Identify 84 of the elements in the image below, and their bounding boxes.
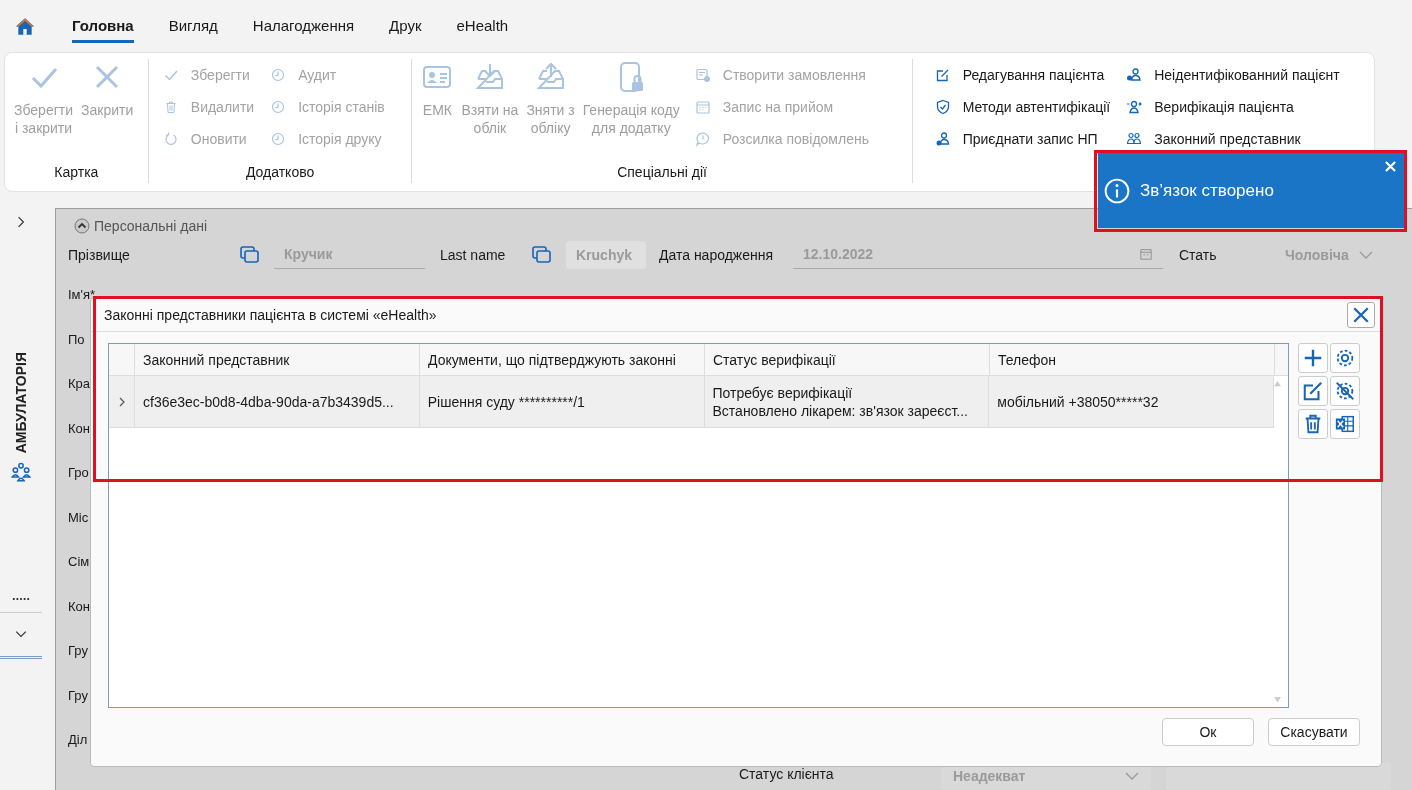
field-label: Кон [68, 419, 90, 437]
column-header[interactable]: Документи, що підтверджують законні [420, 344, 705, 375]
field-label: Гру [68, 642, 88, 659]
spreadsheet-icon [1334, 413, 1356, 435]
table-cell: Рішення суду **********/1 [419, 376, 705, 427]
refresh-icon [162, 131, 179, 147]
table-row[interactable]: cf36e3ec-b0d8-4dba-90da-a7b3439d5... Рішення суду **********/1 Потребує верифікації Встановлено лікарем: зв'язок зареєст... мобільний +38050*****32 [109, 376, 1274, 428]
menu-tab[interactable]: Друк [389, 11, 422, 43]
more-icon[interactable] [12, 597, 30, 602]
calendar-icon [1139, 248, 1153, 260]
settings-button[interactable] [1330, 343, 1360, 373]
column-header[interactable]: Статус верифікації [705, 344, 990, 375]
ok-button[interactable]: Ок [1162, 718, 1254, 746]
field-label: Міс [68, 508, 89, 526]
people-icon [1126, 131, 1143, 147]
field-label: Гро [68, 464, 89, 481]
column-header[interactable]: Телефон [990, 344, 1275, 375]
input-field[interactable]: Kruchyk [566, 240, 646, 269]
close-icon [1352, 305, 1370, 324]
sidebar-title[interactable]: АМБУЛАТОРІЯ [13, 352, 29, 454]
notification-message: Зв’язок створено [1140, 180, 1274, 201]
input-field[interactable]: Кручик [274, 240, 425, 269]
calendar-icon [694, 99, 711, 115]
table-cell: Потребує верифікації Встановлено лікарем: зв'язок зареєст... [704, 376, 990, 427]
field-label: Дата народження [659, 246, 775, 263]
ribbon-button[interactable]: Верифікація пацієнта [1126, 91, 1340, 123]
field-label: Прізвище [68, 246, 131, 263]
field-label: Кон [68, 597, 90, 615]
edit-button[interactable] [1298, 376, 1328, 406]
menu-tab[interactable]: Головна [72, 11, 134, 43]
gear-crossed-icon [1334, 380, 1356, 402]
field-label: Ім'я* [68, 286, 96, 303]
copy-icon[interactable] [240, 245, 260, 264]
ribbon-button[interactable]: Методи автентифікації [934, 91, 1111, 123]
field-label: Діл [68, 731, 88, 748]
gear-icon [1334, 347, 1356, 369]
section-title: Персональні дані [94, 218, 208, 234]
field-label: По [68, 330, 85, 348]
chevron-down-icon[interactable] [15, 630, 27, 639]
delete-button[interactable] [1298, 409, 1328, 439]
ribbon-button[interactable]: Неідентифікованний пацієнт [1126, 59, 1340, 91]
group-title: Додатково [245, 164, 315, 180]
settings-off-button[interactable] [1330, 376, 1360, 406]
field-label: Гру [68, 686, 88, 704]
table-cell: cf36e3ec-b0d8-4dba-90da-a7b3439d5... [135, 376, 420, 427]
field-label: Сім [68, 553, 90, 570]
cancel-button[interactable]: Скасувати [1268, 718, 1360, 746]
add-button[interactable] [1298, 343, 1328, 373]
group-title: Спеціальні дії [617, 164, 707, 180]
ribbon-button[interactable]: Редагування пацієнта [934, 59, 1111, 91]
chevron-down-icon [1125, 770, 1139, 782]
menu-tab[interactable]: eHealth [456, 11, 509, 43]
spreadsheet-export-button[interactable] [1330, 409, 1360, 439]
group-title: Картка [54, 164, 99, 180]
dialog-title: Законні представники пацієнта в системі «eHealth» [104, 306, 437, 323]
clock-icon [270, 67, 287, 83]
column-header[interactable]: Законний представник [135, 344, 420, 375]
copy-icon[interactable] [532, 245, 552, 264]
info-icon [1104, 177, 1130, 204]
collapse-icon[interactable] [74, 218, 90, 234]
input-field[interactable]: Чоловіча [1275, 240, 1383, 269]
shield-icon [934, 99, 951, 115]
close-icon[interactable] [1385, 161, 1396, 172]
chevron-right-icon[interactable] [17, 216, 25, 228]
ribbon-button[interactable]: Приєднати запис НП [934, 123, 1111, 155]
edit-icon [1302, 380, 1324, 402]
field-label: Кра [68, 375, 91, 392]
clock-icon [270, 131, 287, 147]
home-icon[interactable] [15, 16, 35, 36]
input-field[interactable]: 12.10.2022 [793, 240, 1163, 269]
chat-icon [694, 131, 711, 147]
table-cell: мобільний +38050*****32 [989, 376, 1274, 427]
edit-icon [934, 67, 951, 83]
menu-tab[interactable]: Налагодження [252, 11, 355, 43]
field-label: Last name [440, 246, 507, 263]
people-icon [11, 461, 31, 484]
ribbon-button[interactable]: Законний представник [1126, 123, 1340, 155]
close-button[interactable] [1347, 301, 1375, 328]
plus-icon [1302, 347, 1324, 369]
field-label: Статус клієнта [739, 766, 835, 782]
clock-icon [270, 99, 287, 115]
menu-tab[interactable]: Вигляд [168, 11, 218, 43]
person-arrows-icon [1126, 99, 1143, 115]
field-label: Стать [1179, 246, 1218, 263]
